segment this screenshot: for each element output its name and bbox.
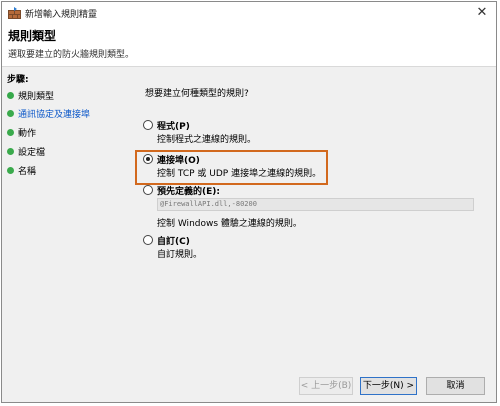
step-rule-type: 規則類型 [7, 89, 117, 103]
step-profile: 設定檔 [7, 145, 117, 159]
step-action: 動作 [7, 126, 117, 140]
step-label: 設定檔 [18, 148, 46, 158]
option-description: 控制 Windows 體驗之連線的規則。 [157, 219, 302, 229]
option-description: 控制程式之連線的規則。 [157, 135, 257, 145]
step-status-icon [7, 167, 14, 174]
page-subtitle: 選取要建立的防火牆規則類型。 [8, 50, 135, 60]
step-status-icon [7, 110, 14, 117]
step-label: 名稱 [18, 167, 37, 177]
window-title: 新增輸入規則精靈 [25, 10, 98, 20]
step-name: 名稱 [7, 164, 117, 178]
title-bar: 新增輸入規則精靈 ✕ [2, 2, 496, 24]
step-status-icon [7, 129, 14, 136]
main-content: 想要建立何種類型的規則? 程式(P) 控制程式之連線的規則。 連接埠(O) 控制… [119, 67, 496, 402]
option-label[interactable]: 連接埠(O) [157, 153, 200, 166]
next-button[interactable]: 下一步(N) > [360, 377, 417, 395]
back-button: < 上一步(B) [299, 377, 353, 395]
page-title: 規則類型 [8, 29, 57, 43]
predefined-rule-select: @FirewallAPI.dll,-80200 [157, 198, 474, 211]
step-label: 規則類型 [18, 92, 55, 102]
predefined-radio[interactable] [143, 185, 153, 195]
step-status-icon [7, 148, 14, 155]
rule-type-question: 想要建立何種類型的規則? [145, 89, 249, 99]
wizard-window: 新增輸入規則精靈 ✕ 規則類型 選取要建立的防火牆規則類型。 步驟: 規則類型 … [1, 1, 497, 403]
page-header: 規則類型 選取要建立的防火牆規則類型。 [2, 24, 496, 67]
port-radio[interactable] [143, 154, 153, 164]
firewall-app-icon [8, 7, 21, 19]
close-icon[interactable]: ✕ [473, 4, 491, 22]
option-description: 自訂規則。 [157, 250, 203, 260]
option-label[interactable]: 預先定義的(E): [157, 184, 220, 197]
program-radio[interactable] [143, 120, 153, 130]
custom-radio[interactable] [143, 235, 153, 245]
step-protocol-ports[interactable]: 通訊協定及連接埠 [7, 107, 117, 121]
option-description: 控制 TCP 或 UDP 連接埠之連線的規則。 [157, 169, 322, 179]
steps-heading: 步驟: [7, 75, 29, 85]
option-label[interactable]: 程式(P) [157, 119, 190, 132]
step-status-icon [7, 92, 14, 99]
step-label: 動作 [18, 129, 37, 139]
cancel-button[interactable]: 取消 [426, 377, 485, 395]
step-label[interactable]: 通訊協定及連接埠 [18, 107, 90, 120]
steps-sidebar: 步驟: 規則類型 通訊協定及連接埠 動作 設定檔 名稱 [2, 67, 118, 402]
option-label[interactable]: 自訂(C) [157, 234, 190, 247]
